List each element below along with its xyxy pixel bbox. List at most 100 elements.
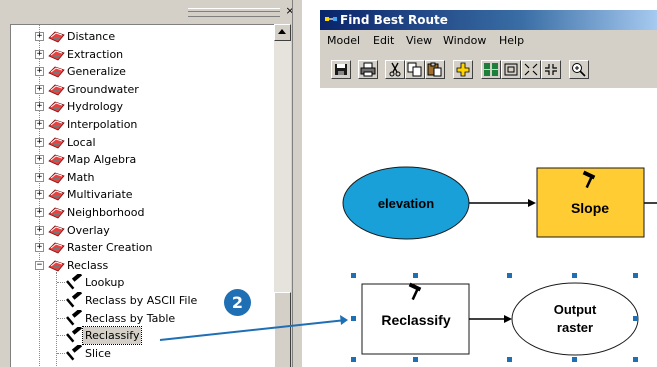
tool-label: Reclass by ASCII File — [85, 294, 198, 307]
expand-icon[interactable]: + — [35, 102, 44, 112]
toolset-neighborhood[interactable]: + Neighborhood — [11, 204, 274, 221]
tree-connector — [57, 335, 65, 337]
toolset-label: Generalize — [67, 65, 126, 79]
arctoolbox-panel: × + Distance + Extraction + Generalize + Ground… — [0, 0, 302, 367]
zoom-out-fixed-button[interactable] — [541, 60, 561, 79]
tree-connector — [57, 300, 65, 301]
toolset-overlay[interactable]: + Overlay — [11, 222, 274, 239]
menu-help[interactable]: Help — [499, 30, 524, 52]
toolset-icon — [48, 137, 65, 149]
toolset-local[interactable]: + Local — [11, 134, 274, 151]
toolset-groundwater[interactable]: + Groundwater — [11, 81, 274, 98]
zoom-in-fixed-button[interactable] — [521, 60, 541, 79]
expand-icon[interactable]: + — [35, 225, 44, 235]
toolset-icon — [48, 31, 65, 43]
toolset-map-algebra[interactable]: + Map Algebra — [11, 151, 274, 168]
modelbuilder-window: Find Best Route Model Edit View Window H… — [320, 0, 657, 367]
menu-window[interactable]: Window — [443, 30, 486, 52]
expand-icon[interactable]: + — [35, 208, 44, 217]
tool-slice[interactable]: Slice — [11, 344, 274, 362]
toolset-icon — [48, 172, 65, 184]
expand-icon[interactable]: + — [35, 49, 44, 59]
expand-icon[interactable]: + — [35, 190, 44, 200]
toolset-extraction[interactable]: + Extraction — [11, 46, 274, 63]
toolset-generalize[interactable]: + Generalize — [11, 63, 274, 80]
toolset-label: Neighborhood — [67, 206, 145, 219]
panel-divider[interactable] — [292, 0, 302, 367]
toolset-interpolation[interactable]: + Interpolation — [11, 116, 274, 133]
window-titlebar[interactable]: Find Best Route — [320, 10, 657, 30]
expand-icon[interactable]: + — [35, 32, 44, 41]
toolset-label: Multivariate — [67, 188, 133, 202]
model-icon — [325, 17, 337, 21]
save-button[interactable] — [331, 60, 351, 79]
toolset-label: Overlay — [67, 223, 110, 237]
tool-label: Slice — [85, 346, 111, 360]
copy-icon — [407, 62, 422, 77]
toolset-label: Raster Creation — [67, 241, 153, 255]
scroll-up-arrow-icon[interactable] — [274, 24, 291, 41]
toolset-hydrology[interactable]: + Hydrology — [11, 98, 274, 115]
tool-reclassify[interactable]: Reclassify — [11, 326, 274, 346]
elevation-label: elevation — [378, 196, 434, 211]
full-extent-icon — [504, 63, 518, 76]
expand-icon[interactable]: + — [35, 120, 44, 129]
scroll-thumb[interactable] — [274, 292, 291, 367]
toolset-label: Hydrology — [67, 100, 124, 114]
toolset-math[interactable]: + Math — [11, 169, 274, 186]
cut-icon — [389, 62, 401, 77]
expand-icon[interactable]: + — [35, 67, 44, 77]
model-canvas[interactable]: elevation Slope Reclassify Output raster — [320, 88, 657, 367]
toolset-icon — [48, 119, 65, 131]
model-toolbar — [320, 52, 657, 89]
paste-button[interactable] — [425, 60, 445, 79]
full-extent-button[interactable] — [501, 60, 521, 79]
window-title: Find Best Route — [340, 13, 448, 27]
toolset-reclass[interactable]: − Reclass — [11, 257, 274, 274]
drag-grip[interactable] — [188, 8, 280, 17]
reclassify-label: Reclassify — [381, 312, 450, 328]
connector-arrowhead — [504, 315, 512, 323]
toolset-raster-creation[interactable]: + Raster Creation — [11, 239, 274, 256]
print-button[interactable] — [358, 60, 378, 79]
zoom-in-button[interactable] — [569, 60, 589, 79]
zoom-in-fixed-icon — [524, 63, 538, 76]
toolset-icon — [48, 49, 65, 61]
tree-connector — [57, 282, 65, 284]
tree-scrollbar[interactable] — [274, 24, 291, 367]
expand-icon[interactable]: + — [35, 243, 44, 253]
expand-icon[interactable]: + — [35, 137, 44, 147]
toolset-icon — [48, 225, 65, 237]
select-all-icon — [484, 63, 498, 76]
toolset-label: Groundwater — [67, 82, 139, 96]
output-label-line1: Output — [554, 302, 597, 317]
cut-button[interactable] — [385, 60, 405, 79]
expand-icon[interactable]: + — [35, 172, 44, 182]
toolset-label: Local — [67, 135, 96, 149]
toolset-icon — [48, 84, 65, 96]
toolset-label: Map Algebra — [67, 153, 137, 167]
toolset-icon — [48, 207, 65, 219]
output-label-line2: raster — [557, 320, 593, 335]
tree-connector — [57, 317, 65, 319]
expand-icon[interactable]: + — [35, 84, 44, 94]
connector-arrowhead — [528, 199, 536, 207]
expand-icon[interactable]: + — [35, 155, 44, 165]
select-all-button[interactable] — [481, 60, 501, 79]
menu-model[interactable]: Model — [327, 30, 360, 52]
collapse-icon[interactable]: − — [35, 260, 44, 270]
output-raster-element[interactable] — [511, 282, 639, 356]
toolset-distance[interactable]: + Distance — [11, 28, 274, 45]
copy-button[interactable] — [405, 60, 425, 79]
menu-edit[interactable]: Edit — [373, 30, 394, 52]
menu-bar: Model Edit View Window Help — [320, 30, 657, 52]
add-data-icon — [456, 62, 470, 77]
toolset-multivariate[interactable]: + Multivariate — [11, 186, 274, 203]
hammer-icon — [66, 274, 83, 290]
toolset-label: Extraction — [67, 47, 124, 61]
add-data-button[interactable] — [453, 60, 473, 79]
menu-view[interactable]: View — [406, 30, 432, 52]
tool-label: Lookup — [85, 276, 125, 290]
toolbox-title-strip: × — [0, 0, 302, 24]
hammer-icon — [66, 292, 83, 308]
